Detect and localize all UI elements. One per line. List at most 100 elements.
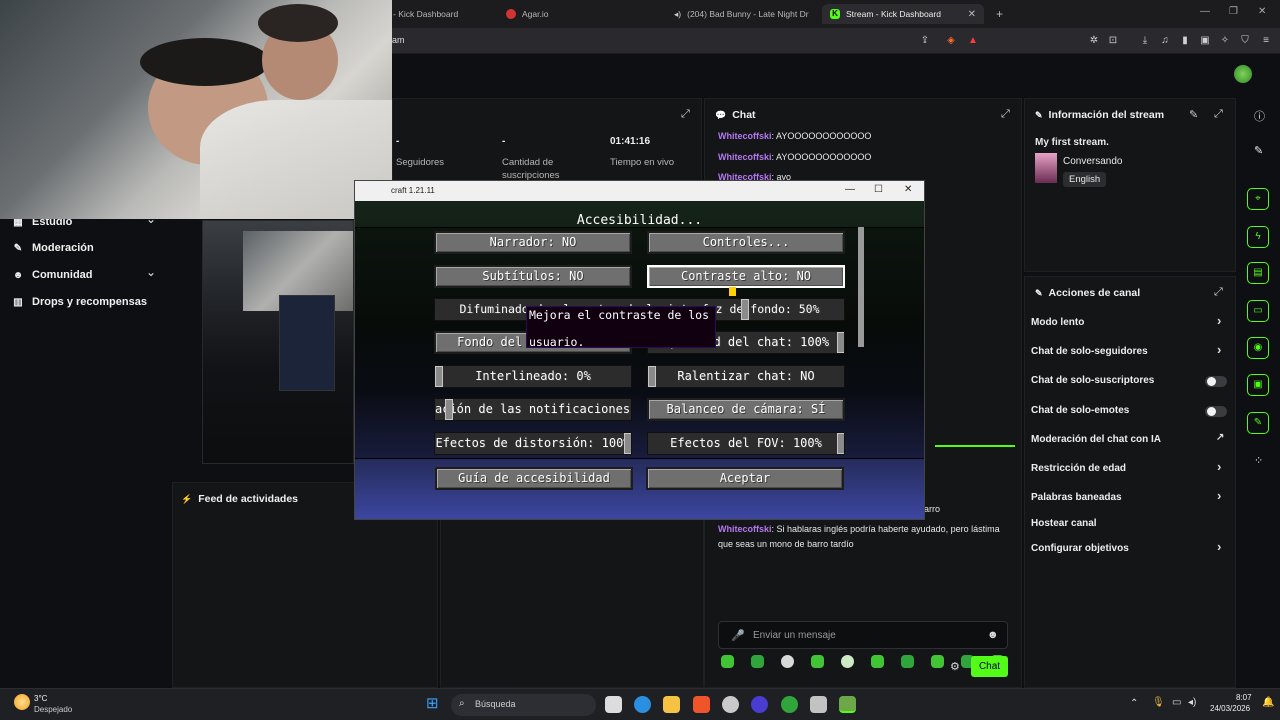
slider-knob[interactable] [837,332,844,353]
brave-icon[interactable] [693,696,710,713]
external-link-icon[interactable]: ↗ [1216,432,1224,443]
nav-item-community[interactable]: ☻ Comunidad [12,269,93,281]
wallet-icon[interactable]: ▣ [1199,35,1211,47]
settings-gear-icon[interactable]: ⚙ [950,660,960,673]
action-host-channel[interactable]: Hostear canal [1031,518,1097,529]
address-bar[interactable]: am [392,35,405,45]
close-window-icon[interactable]: ✕ [904,184,912,195]
network-icon[interactable]: ▭ [1172,697,1181,708]
emote-icon[interactable] [901,655,914,668]
extensions-icon[interactable]: ✲ [1088,35,1100,47]
emote-icon[interactable] [721,655,734,668]
emote-icon[interactable] [931,655,944,668]
subs-only-toggle[interactable] [1205,376,1227,387]
clock-time[interactable]: 8:07 [1236,693,1252,702]
edge-icon[interactable] [634,696,651,713]
weather-desc[interactable]: Despejado [34,705,72,714]
emote-icon[interactable] [751,655,764,668]
action-ai-moderation[interactable]: Moderación del chat con IA [1031,434,1161,445]
minimize-icon[interactable]: — [1200,6,1210,17]
bolt-icon[interactable]: ϟ [1247,226,1269,248]
rewards-icon[interactable]: ▲ [967,35,979,47]
obs-icon[interactable] [751,696,768,713]
expand-icon[interactable]: ⤢ [1001,108,1010,121]
layout-icon[interactable]: ▣ [1247,374,1269,396]
slider-knob[interactable] [837,433,844,454]
options-scrollbar[interactable] [858,227,864,347]
notification-bell-icon[interactable]: 🔔 [1262,697,1274,708]
tab-youtube[interactable]: ◂) (204) Bad Bunny - Late Night Dr [660,4,810,24]
screenshot-icon[interactable]: ⊡ [1107,35,1119,47]
accessibility-guide-button[interactable]: Guía de accesibilidad [435,467,633,490]
chat-username[interactable]: Whitecoffski [718,152,772,162]
edit-icon[interactable]: ✎ [1189,108,1198,121]
task-view-icon[interactable] [605,696,622,713]
expand-icon[interactable]: ⤢ [681,108,690,121]
nav-item-drops[interactable]: ▥ Drops y recompensas [12,296,147,308]
chevron-right-icon[interactable]: › [1217,313,1221,328]
slider-knob[interactable] [741,299,749,320]
minimize-icon[interactable]: — [845,184,855,195]
weather-moon-icon[interactable] [14,694,30,710]
chat-send-button[interactable]: Chat [971,656,1008,677]
slider-knob[interactable] [624,433,631,454]
slider-knob[interactable] [445,399,453,420]
emote-icon[interactable] [871,655,884,668]
menu-icon[interactable]: ≡ [1260,35,1272,47]
chevron-right-icon[interactable]: › [1217,539,1221,554]
download-icon[interactable]: ⤓ [1139,35,1151,47]
file-explorer-icon[interactable] [663,696,680,713]
chevron-right-icon[interactable]: › [1217,342,1221,357]
emotes-only-toggle[interactable] [1205,406,1227,417]
clock-date[interactable]: 24/03/2026 [1210,704,1250,713]
nav-item-moderation[interactable]: ✎ Moderación [12,242,94,254]
tab-stream-kick-dashboard[interactable]: K Stream - Kick Dashboard ✕ [822,4,984,24]
expand-icon[interactable]: ⤢ [1214,108,1223,121]
document-icon[interactable]: ▤ [1247,262,1269,284]
new-tab-button[interactable]: + [988,4,1006,24]
ai-icon[interactable]: ✧ [1219,35,1231,47]
share-icon[interactable]: ⇪ [919,35,931,47]
action-followers-only[interactable]: Chat de solo-seguidores [1031,346,1148,357]
action-age-restriction[interactable]: Restricción de edad [1031,463,1126,474]
emoji-icon[interactable]: ☻ [987,629,999,641]
more-icon[interactable]: ⁘ [1254,454,1263,467]
camera-bob-button[interactable]: Balanceo de cámara: SÍ [647,398,845,421]
line-spacing-slider[interactable]: Interlineado: 0% [434,365,632,388]
user-avatar[interactable] [1234,65,1252,83]
chat-delay-slider[interactable]: Ralentizar chat: NO [647,365,845,388]
chevron-up-icon[interactable]: ⌃ [1130,698,1138,709]
emote-icon[interactable] [811,655,824,668]
weather-temp[interactable]: 3°C [34,694,47,703]
vpn-icon[interactable]: ⛉ [1239,35,1251,47]
pencil-icon[interactable]: ✎ [1254,144,1263,157]
chat-icon[interactable]: ▭ [1247,300,1269,322]
subtitles-button[interactable]: Subtítulos: NO [434,265,632,288]
windows-start-icon[interactable]: ⊞ [426,696,442,712]
expand-icon[interactable]: ⤢ [1214,286,1223,299]
minecraft-icon[interactable] [839,696,856,713]
tab-kick-dashboard[interactable]: - Kick Dashboard [385,4,490,24]
wrench-icon[interactable]: ✎ [1247,412,1269,434]
chevron-right-icon[interactable]: › [1217,488,1221,503]
chat-username[interactable]: Whitecoffski [718,524,772,534]
chat-input[interactable]: 🎤 Enviar un mensaje ☻ [718,621,1008,649]
tab-agario[interactable]: Agar.io [498,4,648,24]
emote-icon[interactable] [781,655,794,668]
slider-knob[interactable] [648,366,656,387]
emote-icon[interactable] [841,655,854,668]
info-icon[interactable]: ⓘ [1254,108,1265,124]
narrator-button[interactable]: Narrador: NO [434,231,632,254]
brave-shield-icon[interactable]: ◈ [945,35,957,47]
action-set-goals[interactable]: Configurar objetivos [1031,543,1129,554]
broadcast-icon[interactable]: ◉ [1247,337,1269,359]
slider-knob[interactable] [435,366,443,387]
fov-effects-slider[interactable]: Efectos del FOV: 100% [647,432,845,455]
controls-button[interactable]: Controles... [647,231,845,254]
chevron-right-icon[interactable]: › [1217,459,1221,474]
close-window-icon[interactable]: ✕ [1258,6,1266,17]
target-icon[interactable]: ⌖ [1247,188,1269,210]
action-banned-words[interactable]: Palabras baneadas [1031,492,1122,503]
chevron-down-icon[interactable]: ⌄ [146,265,156,279]
notification-duration-slider[interactable]: ación de las notificaciones: x [434,398,632,421]
